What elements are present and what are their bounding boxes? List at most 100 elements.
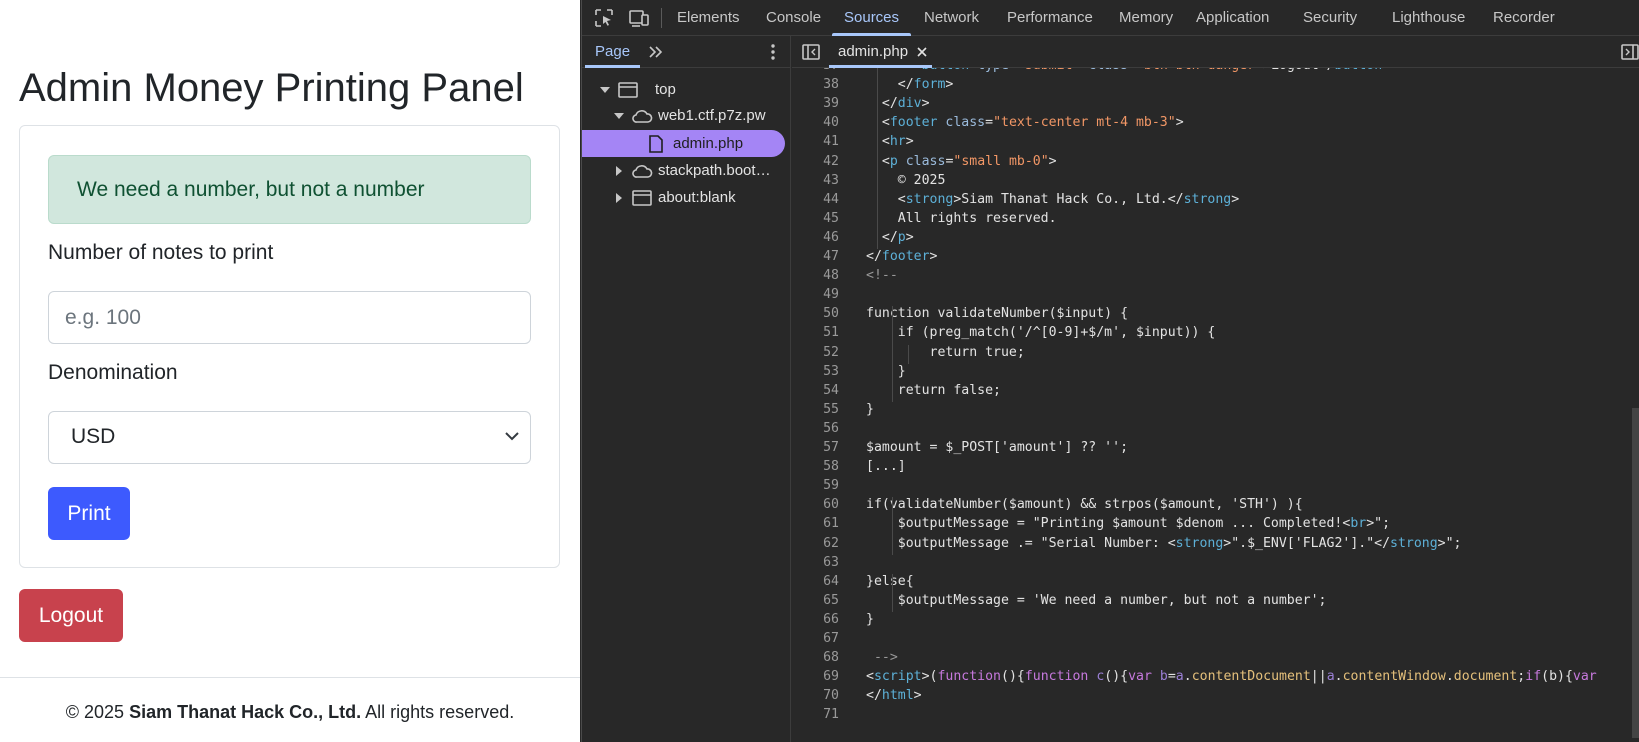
inspect-element-icon[interactable] [593, 7, 615, 29]
code-text: <script>(function(){function c(){var b=a… [866, 669, 1597, 685]
line-number[interactable]: 69 [792, 669, 839, 684]
notes-input[interactable] [48, 291, 531, 344]
line-number[interactable]: 48 [792, 268, 839, 283]
line-number[interactable]: 71 [792, 707, 839, 722]
line-number[interactable]: 66 [792, 612, 839, 627]
line-number[interactable]: 63 [792, 555, 839, 570]
tab-performance[interactable]: Performance [1007, 0, 1093, 36]
tree-item-about-blank[interactable]: about:blank [582, 184, 791, 211]
code-line: 58 [...] [792, 459, 1639, 478]
expanded-arrow-icon[interactable] [613, 110, 625, 122]
line-number[interactable]: 39 [792, 96, 839, 111]
tab-console[interactable]: Console [766, 0, 821, 36]
line-number[interactable]: 40 [792, 115, 839, 130]
code-text: <p class="small mb-0"> [881, 153, 1057, 169]
line-number[interactable]: 37 [792, 68, 839, 73]
tab-memory[interactable]: Memory [1119, 0, 1173, 36]
tab-page[interactable]: Page [584, 36, 641, 68]
line-number[interactable]: 47 [792, 249, 839, 264]
code-line: 64}else{ [792, 574, 1639, 593]
tree-label: stackpath.boot… [658, 162, 771, 179]
tree-item-web1[interactable]: web1.ctf.p7z.pw [582, 102, 791, 129]
code-line: 39 </div> [792, 96, 1639, 115]
code-text: $outputMessage = 'We need a number, but … [866, 592, 1327, 608]
line-number[interactable]: 55 [792, 402, 839, 417]
tab-application[interactable]: Application [1196, 0, 1269, 36]
code-line: 71 [792, 707, 1639, 726]
line-number[interactable]: 54 [792, 383, 839, 398]
line-number[interactable]: 45 [792, 211, 839, 226]
code-text: function validateNumber($input) { [866, 306, 1129, 322]
line-number[interactable]: 68 [792, 650, 839, 665]
code-line: 68 --> [792, 650, 1639, 669]
indent-guide [877, 68, 878, 249]
print-button[interactable]: Print [48, 487, 130, 540]
toggle-navigator-icon[interactable] [801, 42, 821, 62]
tab-recorder[interactable]: Recorder [1493, 0, 1555, 36]
tab-lighthouse[interactable]: Lighthouse [1392, 0, 1465, 36]
tree-item-stackpath[interactable]: stackpath.boot… [582, 157, 791, 184]
more-options-icon[interactable] [763, 42, 783, 62]
line-number[interactable]: 65 [792, 593, 839, 608]
line-number[interactable]: 50 [792, 306, 839, 321]
line-number[interactable]: 56 [792, 421, 839, 436]
tab-elements[interactable]: Elements [677, 0, 740, 36]
device-toolbar-icon[interactable] [628, 7, 650, 29]
code-line: 65 $outputMessage = 'We need a number, b… [792, 593, 1639, 612]
collapsed-arrow-icon[interactable] [613, 165, 625, 177]
line-number[interactable]: 46 [792, 230, 839, 245]
line-number[interactable]: 62 [792, 536, 839, 551]
code-text: <!-- [866, 268, 898, 284]
line-number[interactable]: 59 [792, 478, 839, 493]
tree-item-admin-php[interactable]: admin.php [582, 130, 785, 157]
line-number[interactable]: 43 [792, 173, 839, 188]
footer-company: Siam Thanat Hack Co., Ltd. [129, 702, 362, 722]
tab-sources[interactable]: Sources [831, 0, 912, 36]
code-text: <strong>Siam Thanat Hack Co., Ltd.</stro… [866, 191, 1240, 207]
denomination-select[interactable]: USD [48, 411, 531, 464]
notes-label: Number of notes to print [48, 241, 274, 264]
code-text: } [866, 611, 874, 627]
code-line: 59 [792, 478, 1639, 497]
close-icon[interactable] [916, 46, 928, 58]
code-line: 49 [792, 287, 1639, 306]
tree-item-top[interactable]: top [582, 76, 791, 103]
line-number[interactable]: 67 [792, 631, 839, 646]
code-text: </html> [866, 688, 922, 704]
code-text: </form> [866, 77, 954, 93]
code-text: All rights reserved. [866, 210, 1057, 226]
logout-button[interactable]: Logout [19, 589, 123, 642]
indent-guide [892, 497, 893, 555]
code-text: } [866, 363, 906, 379]
collapsed-arrow-icon[interactable] [613, 192, 625, 204]
line-number[interactable]: 38 [792, 77, 839, 92]
expanded-arrow-icon[interactable] [599, 84, 611, 96]
footer-copyright: © 2025 [65, 702, 125, 722]
line-number[interactable]: 41 [792, 134, 839, 149]
line-number[interactable]: 70 [792, 688, 839, 703]
code-editor[interactable]: 37 <button type="submit" class="btn btn-… [792, 68, 1639, 742]
line-number[interactable]: 61 [792, 516, 839, 531]
line-number[interactable]: 44 [792, 192, 839, 207]
line-number[interactable]: 53 [792, 364, 839, 379]
frame-icon [632, 190, 652, 206]
tab-security[interactable]: Security [1303, 0, 1357, 36]
line-number[interactable]: 58 [792, 459, 839, 474]
line-number[interactable]: 51 [792, 325, 839, 340]
chevron-down-icon [505, 432, 519, 441]
code-line: 56 [792, 421, 1639, 440]
footer-rights: All rights reserved. [365, 702, 515, 722]
line-number[interactable]: 57 [792, 440, 839, 455]
line-number[interactable]: 52 [792, 345, 839, 360]
tab-network[interactable]: Network [924, 0, 979, 36]
line-number[interactable]: 60 [792, 497, 839, 512]
code-text: </div> [866, 96, 930, 112]
line-number[interactable]: 49 [792, 287, 839, 302]
editor-tab-admin-php[interactable]: admin.php [829, 36, 933, 68]
toggle-debugger-icon[interactable] [1620, 42, 1639, 62]
line-number[interactable]: 64 [792, 574, 839, 589]
indent-guide [892, 573, 893, 612]
line-number[interactable]: 42 [792, 154, 839, 169]
code-line: 38 </form> [792, 77, 1639, 96]
more-tabs-icon[interactable] [646, 42, 666, 62]
